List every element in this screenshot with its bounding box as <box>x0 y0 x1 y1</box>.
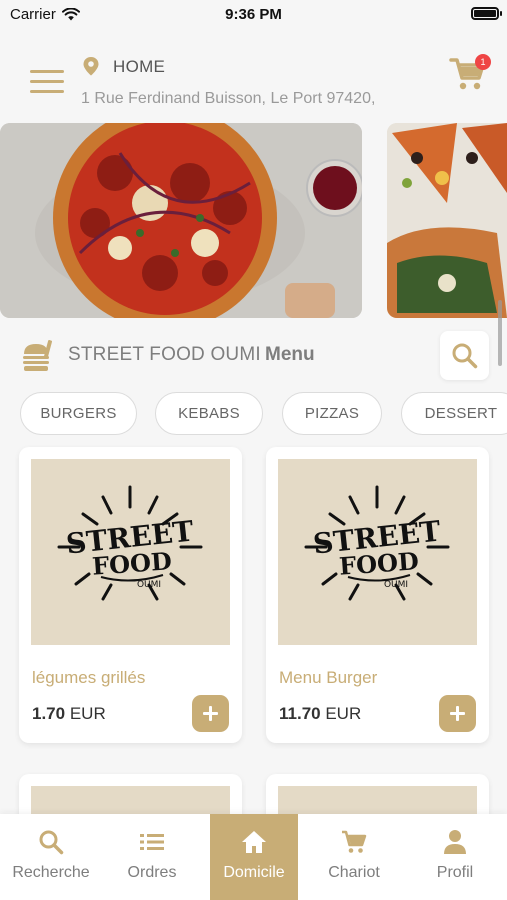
menu-heading: Menu <box>265 344 315 365</box>
product-name: Menu Burger <box>279 668 378 687</box>
price-amount: 11.70 <box>279 704 321 723</box>
search-icon <box>39 830 64 855</box>
tab-recherche[interactable]: Recherche <box>7 814 95 900</box>
add-to-cart-button[interactable] <box>192 695 229 732</box>
category-pill-pizzas[interactable]: PIZZAS <box>282 392 382 435</box>
bottom-tab-bar: Recherche Ordres Domicile Chariot Profil <box>0 814 507 900</box>
category-pill-dessert[interactable]: DESSERT <box>401 392 507 435</box>
product-image: STREET FOOD OUMI <box>278 459 477 645</box>
profile-icon <box>444 830 466 854</box>
tab-profil[interactable]: Profil <box>411 814 499 900</box>
hamburger-menu-button[interactable] <box>30 70 64 96</box>
home-icon <box>242 831 266 853</box>
status-bar: Carrier 9:36 PM <box>0 0 507 30</box>
tab-ordres[interactable]: Ordres <box>108 814 196 900</box>
add-to-cart-button[interactable] <box>439 695 476 732</box>
product-card[interactable]: STREET FOOD OUMI légumes grillés 1.70 EU… <box>19 447 242 743</box>
location-label[interactable]: HOME <box>113 57 165 77</box>
status-time: 9:36 PM <box>225 6 282 23</box>
pizza-slices-image <box>387 123 507 318</box>
tab-domicile[interactable]: Domicile <box>210 814 298 900</box>
product-name: légumes grillés <box>32 668 146 687</box>
scroll-indicator[interactable] <box>498 300 502 366</box>
tab-label: Recherche <box>12 864 90 881</box>
product-price: 11.70 EUR <box>279 704 361 724</box>
svg-text:OUMI: OUMI <box>384 580 408 590</box>
battery-icon <box>471 7 502 20</box>
svg-text:OUMI: OUMI <box>137 580 161 590</box>
cart-count-badge: 1 <box>475 54 491 70</box>
tab-label: Ordres <box>127 864 177 881</box>
price-amount: 1.70 <box>32 704 66 723</box>
price-currency: EUR <box>325 704 362 723</box>
product-price: 1.70 EUR <box>32 704 106 724</box>
tab-label: Chariot <box>328 864 380 881</box>
menu-search-button[interactable] <box>440 331 489 380</box>
location-pin-icon <box>83 57 99 76</box>
promo-banner-pizza-slices[interactable] <box>387 123 507 318</box>
price-currency: EUR <box>69 704 106 723</box>
tab-label: Domicile <box>223 864 285 881</box>
search-icon <box>452 343 478 369</box>
list-icon <box>140 834 164 850</box>
tab-label: Profil <box>436 864 474 881</box>
cart-icon <box>342 830 367 853</box>
street-food-logo: STREET FOOD OUMI <box>57 485 203 601</box>
category-pill-kebabs[interactable]: KEBABS <box>155 392 263 435</box>
category-pill-burgers[interactable]: BURGERS <box>20 392 137 435</box>
burger-restaurant-icon <box>23 340 53 371</box>
promo-banner-pizza[interactable] <box>0 123 362 318</box>
delivery-address[interactable]: 1 Rue Ferdinand Buisson, Le Port 97420, <box>81 90 401 108</box>
tab-chariot[interactable]: Chariot <box>310 814 398 900</box>
product-image: STREET FOOD OUMI <box>31 459 230 645</box>
street-food-logo: STREET FOOD OUMI <box>304 485 450 601</box>
product-card[interactable]: STREET FOOD OUMI Menu Burger 11.70 EUR <box>266 447 489 743</box>
restaurant-name: STREET FOOD OUMI <box>68 344 261 365</box>
pizza-image <box>0 123 362 318</box>
